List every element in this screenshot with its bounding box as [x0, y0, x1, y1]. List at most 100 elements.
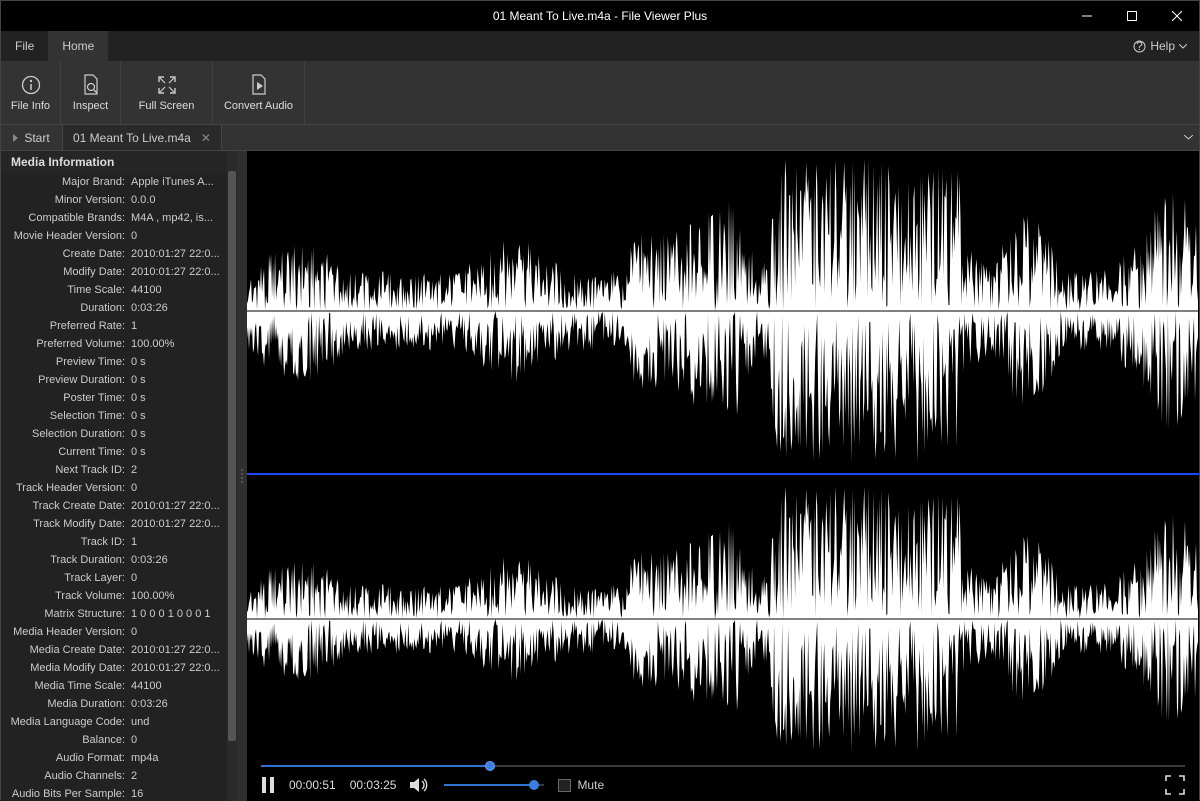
file-info-button[interactable]: File Info [1, 61, 61, 124]
media-info-value: 0:03:26 [131, 698, 227, 710]
speaker-icon [410, 777, 430, 793]
current-time: 00:00:51 [289, 778, 336, 792]
media-info-value: 16 [131, 788, 227, 800]
media-info-label: Track ID: [1, 536, 131, 548]
media-info-label: Preview Duration: [1, 374, 131, 386]
tab-close-icon[interactable]: ✕ [201, 131, 211, 145]
media-info-value: 0 s [131, 410, 227, 422]
media-info-row: Audio Bits Per Sample:16 [1, 785, 227, 801]
media-info-row: Modify Date:2010:01:27 22:0... [1, 263, 227, 281]
volume-button[interactable] [410, 777, 430, 793]
full-screen-icon [157, 74, 177, 96]
media-info-value: 100.00% [131, 338, 227, 350]
media-info-label: Media Language Code: [1, 716, 131, 728]
media-info-label: Time Scale: [1, 284, 131, 296]
media-info-value: 2 [131, 464, 227, 476]
media-info-value: 0:03:26 [131, 554, 227, 566]
full-screen-button[interactable]: Full Screen [121, 61, 213, 124]
media-info-label: Track Duration: [1, 554, 131, 566]
media-info-value: 0 s [131, 392, 227, 404]
media-info-label: Track Layer: [1, 572, 131, 584]
media-info-row: Audio Format:mp4a [1, 749, 227, 767]
panel-splitter[interactable] [237, 151, 247, 801]
media-info-value: 2010:01:27 22:0... [131, 500, 227, 512]
media-info-list: Major Brand:Apple iTunes A...Minor Versi… [1, 173, 237, 801]
window-controls [1064, 1, 1199, 31]
tab-overflow-button[interactable] [1177, 125, 1199, 150]
media-info-row: Create Date:2010:01:27 22:0... [1, 245, 227, 263]
media-info-label: Poster Time: [1, 392, 131, 404]
media-info-value: 2010:01:27 22:0... [131, 518, 227, 530]
media-info-label: Audio Channels: [1, 770, 131, 782]
media-info-value: M4A , mp42, is... [131, 212, 227, 224]
media-info-row: Poster Time:0 s [1, 389, 227, 407]
media-info-row: Track Modify Date:2010:01:27 22:0... [1, 515, 227, 533]
media-info-row: Track Duration:0:03:26 [1, 551, 227, 569]
volume-slider[interactable] [444, 784, 544, 786]
media-info-label: Media Create Date: [1, 644, 131, 656]
media-info-label: Audio Bits Per Sample: [1, 788, 131, 800]
menu-help[interactable]: ? Help [1121, 31, 1199, 61]
volume-thumb[interactable] [529, 780, 539, 790]
menu-file[interactable]: File [1, 31, 48, 61]
tab-document[interactable]: 01 Meant To Live.m4a ✕ [63, 125, 222, 150]
inspect-button[interactable]: Inspect [61, 61, 121, 124]
transport-controls: 00:00:51 00:03:25 Mute [261, 775, 1185, 795]
content-area: Media Information Major Brand:Apple iTun… [1, 151, 1199, 801]
menu-home[interactable]: Home [48, 31, 108, 61]
media-info-value: 0.0.0 [131, 194, 227, 206]
waveform-channel-left [247, 151, 1199, 471]
sidebar-scrollbar[interactable] [227, 151, 237, 801]
pause-button[interactable] [261, 777, 275, 793]
media-info-row: Balance:0 [1, 731, 227, 749]
media-info-row: Preferred Rate:1 [1, 317, 227, 335]
media-info-label: Audio Format: [1, 752, 131, 764]
maximize-button[interactable] [1109, 1, 1154, 31]
progress-thumb[interactable] [485, 761, 495, 771]
media-info-value: 0 [131, 572, 227, 584]
media-info-label: Preferred Rate: [1, 320, 131, 332]
mute-checkbox[interactable]: Mute [558, 778, 604, 792]
media-info-label: Track Modify Date: [1, 518, 131, 530]
channel-divider [247, 473, 1199, 475]
convert-audio-button[interactable]: Convert Audio [213, 61, 305, 124]
tab-start[interactable]: Start [1, 125, 63, 150]
media-info-label: Balance: [1, 734, 131, 746]
media-info-value: 0 s [131, 446, 227, 458]
media-info-value: 1 [131, 536, 227, 548]
media-info-label: Track Create Date: [1, 500, 131, 512]
mute-checkbox-box [558, 779, 571, 792]
media-info-label: Current Time: [1, 446, 131, 458]
waveform-canvas[interactable] [247, 151, 1199, 759]
expand-icon [1165, 775, 1185, 795]
fullscreen-toggle-button[interactable] [1165, 775, 1185, 795]
chevron-down-icon [1179, 44, 1187, 49]
minimize-button[interactable] [1064, 1, 1109, 31]
volume-fill [444, 784, 534, 786]
convert-audio-label: Convert Audio [224, 100, 293, 112]
close-button[interactable] [1154, 1, 1199, 31]
media-info-row: Media Language Code:und [1, 713, 227, 731]
media-info-value: 44100 [131, 284, 227, 296]
progress-fill [261, 765, 490, 767]
media-info-row: Selection Time:0 s [1, 407, 227, 425]
media-info-value: 2010:01:27 22:0... [131, 266, 227, 278]
info-icon [21, 74, 41, 96]
media-info-row: Duration:0:03:26 [1, 299, 227, 317]
media-info-label: Media Header Version: [1, 626, 131, 638]
media-info-label: Modify Date: [1, 266, 131, 278]
media-info-value: 2010:01:27 22:0... [131, 644, 227, 656]
play-icon [13, 134, 18, 142]
media-info-value: 2010:01:27 22:0... [131, 662, 227, 674]
title-bar: 01 Meant To Live.m4a - File Viewer Plus [1, 1, 1199, 31]
inspect-label: Inspect [73, 100, 108, 112]
pause-icon [261, 777, 275, 793]
media-info-label: Movie Header Version: [1, 230, 131, 242]
media-info-value: 44100 [131, 680, 227, 692]
media-info-label: Preview Time: [1, 356, 131, 368]
media-info-label: Next Track ID: [1, 464, 131, 476]
media-info-value: 0 s [131, 428, 227, 440]
start-label: Start [24, 131, 49, 145]
media-info-label: Track Header Version: [1, 482, 131, 494]
media-info-label: Selection Time: [1, 410, 131, 422]
